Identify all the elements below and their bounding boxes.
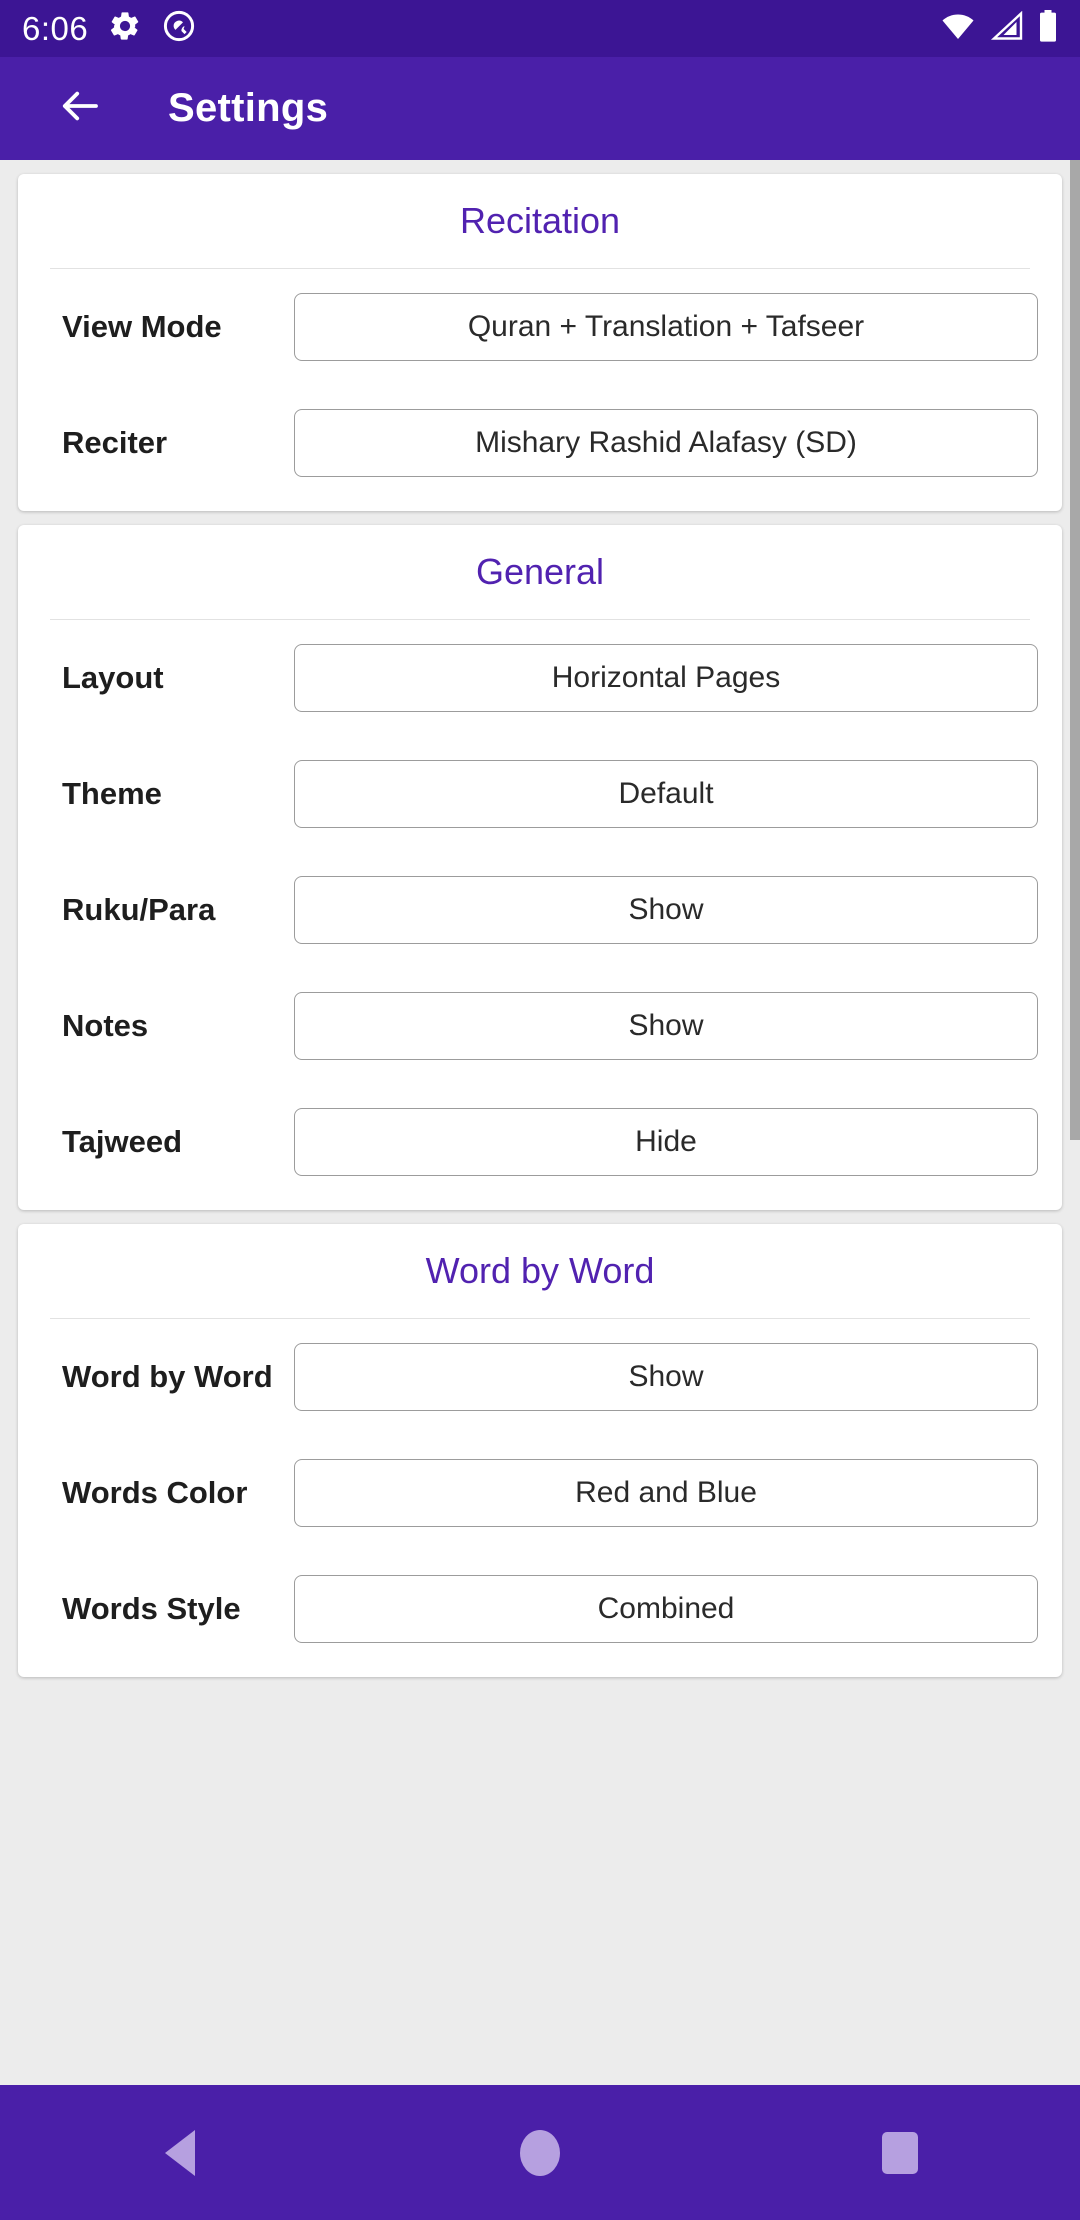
card-title: General [475,551,605,592]
setting-label: Word by Word [62,1359,273,1394]
card-title: Recitation [459,200,621,241]
setting-label: Words Color [62,1475,248,1510]
setting-row-words-color: Words Color Red and Blue [18,1435,1062,1551]
nav-recents-icon [882,2131,918,2174]
setting-value-button[interactable]: Red and Blue [294,1459,1038,1527]
setting-label: Tajweed [62,1124,183,1159]
circle-q-icon [162,9,196,48]
status-clock: 6:06 [22,9,89,47]
setting-row-words-style: Words Style Combined [18,1551,1062,1667]
status-bar-right [940,10,1058,47]
setting-value-button[interactable]: Horizontal Pages [294,644,1038,712]
setting-label: Layout [62,660,164,695]
setting-value-button[interactable]: Hide [294,1108,1038,1176]
app-bar: Settings [0,57,1080,160]
setting-value-button[interactable]: Default [294,760,1038,828]
setting-value-button[interactable]: Combined [294,1575,1038,1643]
back-button[interactable] [52,81,108,137]
setting-label: Ruku/Para [62,892,216,927]
setting-row-word-by-word: Word by Word Show [18,1319,1062,1435]
setting-value-button[interactable]: Show [294,876,1038,944]
status-bar: 6:06 [0,0,1080,57]
nav-recents-button[interactable] [830,2085,970,2220]
nav-home-button[interactable] [470,2085,610,2220]
nav-back-icon [165,2129,195,2176]
status-bar-left: 6:06 [22,9,196,48]
cell-signal-icon [990,10,1024,46]
setting-label: Notes [62,1008,149,1043]
setting-row-view-mode: View Mode Quran + Translation + Tafseer [18,269,1062,385]
navigation-bar [0,2085,1080,2220]
setting-label: View Mode [62,309,222,344]
setting-row-layout: Layout Horizontal Pages [18,620,1062,736]
nav-back-button[interactable] [110,2085,250,2220]
gear-icon [108,9,142,48]
settings-card-general: General Layout Horizontal Pages Theme De… [18,525,1062,1210]
nav-home-icon [520,2129,560,2176]
setting-value-button[interactable]: Show [294,992,1038,1060]
battery-icon [1038,10,1058,47]
setting-row-tajweed: Tajweed Hide [18,1084,1062,1200]
setting-row-notes: Notes Show [18,968,1062,1084]
scrollbar[interactable] [1070,160,1080,2085]
settings-scroll-area[interactable]: Recitation View Mode Quran + Translation… [0,160,1080,2085]
arrow-left-icon [56,82,104,135]
setting-label: Words Style [62,1591,241,1626]
setting-row-reciter: Reciter Mishary Rashid Alafasy (SD) [18,385,1062,501]
setting-row-ruku-para: Ruku/Para Show [18,852,1062,968]
scrollbar-thumb[interactable] [1070,160,1080,1140]
settings-card-word-by-word: Word by Word Word by Word Show Words Col… [18,1224,1062,1677]
setting-value-button[interactable]: Quran + Translation + Tafseer [294,293,1038,361]
card-title: Word by Word [425,1250,655,1291]
page-title: Settings [168,86,329,130]
setting-label: Theme [62,776,162,811]
phone-screen: 6:06 Settings Recitation View Mode Quran… [0,0,1080,2220]
wifi-icon [940,11,976,46]
setting-value-button[interactable]: Show [294,1343,1038,1411]
setting-label: Reciter [62,425,168,460]
settings-card-recitation: Recitation View Mode Quran + Translation… [18,174,1062,511]
setting-row-theme: Theme Default [18,736,1062,852]
setting-value-button[interactable]: Mishary Rashid Alafasy (SD) [294,409,1038,477]
